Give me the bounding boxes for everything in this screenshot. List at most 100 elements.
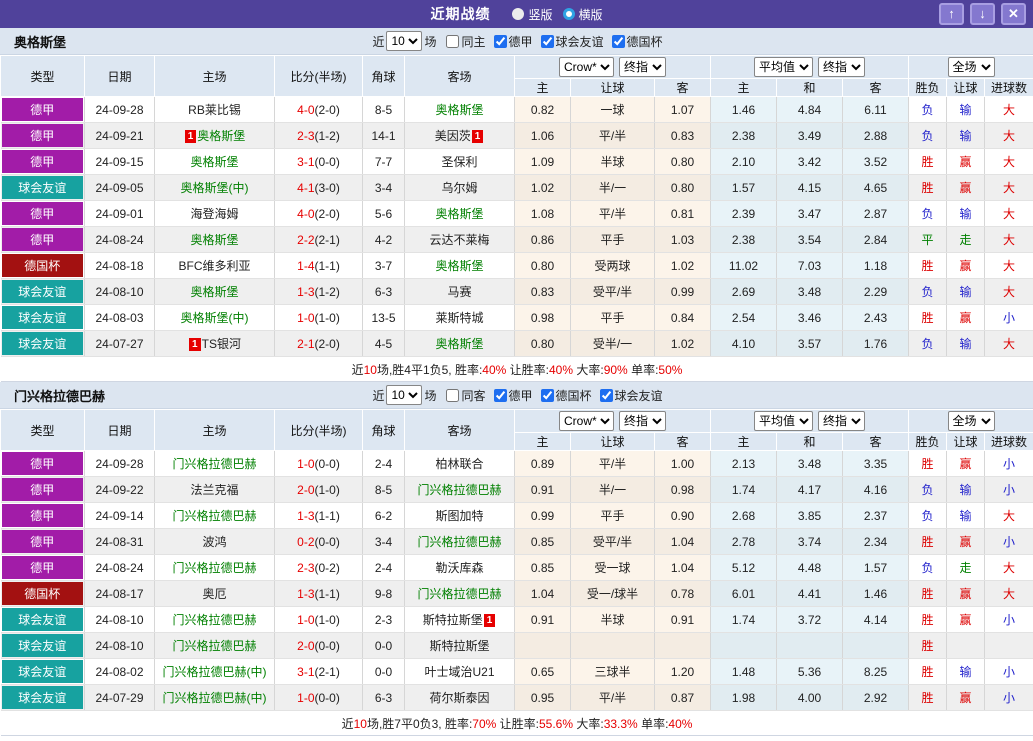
home-team: 奥格斯堡 xyxy=(155,149,275,175)
type-badge: 球会友谊 xyxy=(1,279,85,305)
recent-count-select[interactable]: 10 xyxy=(386,385,422,405)
col-corner: 角球 xyxy=(363,56,405,97)
team-section-2: 门兴格拉德巴赫 近 10 场 同客 德甲 德国杯 球会友谊 xyxy=(0,382,1033,736)
summary-stat-label: 近 xyxy=(352,363,364,377)
away-team: 奥格斯堡 xyxy=(405,201,515,227)
avg-away: 8.25 xyxy=(843,659,909,685)
away-team: 美因茨1 xyxy=(405,123,515,149)
avg-away: 3.52 xyxy=(843,149,909,175)
type-badge: 球会友谊 xyxy=(1,633,85,659)
league-checkbox-3[interactable] xyxy=(600,389,613,402)
avg-away: 2.29 xyxy=(843,279,909,305)
handicap-result: 输 xyxy=(947,331,985,357)
average-select[interactable]: 平均值 xyxy=(754,57,813,77)
col-date: 日期 xyxy=(85,56,155,97)
result: 胜 xyxy=(909,529,947,555)
odds-away: 1.07 xyxy=(655,97,711,123)
avg-home: 1.46 xyxy=(711,97,777,123)
same-venue-checkbox[interactable] xyxy=(446,389,459,402)
odds-home: 0.86 xyxy=(515,227,571,253)
scope-select[interactable]: 全场 xyxy=(948,411,995,431)
result: 负 xyxy=(909,503,947,529)
corners: 3-7 xyxy=(363,253,405,279)
league-label-3: 球会友谊 xyxy=(615,387,663,404)
handicap: 平/半 xyxy=(571,451,655,477)
odds-home: 1.02 xyxy=(515,175,571,201)
league-checkbox-1[interactable] xyxy=(494,35,507,48)
handicap: 受半/一 xyxy=(571,331,655,357)
away-team: 莱斯特城 xyxy=(405,305,515,331)
avg-draw: 5.36 xyxy=(777,659,843,685)
odds-away: 1.04 xyxy=(655,529,711,555)
away-team: 斯图加特 xyxy=(405,503,515,529)
view-mode-vertical-label: 竖版 xyxy=(528,6,552,23)
result: 负 xyxy=(909,97,947,123)
avg-away: 6.11 xyxy=(843,97,909,123)
red-card-badge: 1 xyxy=(185,130,197,143)
average-select[interactable]: 平均值 xyxy=(754,411,813,431)
window-buttons: ↑ ↓ ✕ xyxy=(939,3,1026,25)
handicap-result: 输 xyxy=(947,659,985,685)
avg-away: 1.76 xyxy=(843,331,909,357)
match-date: 24-09-28 xyxy=(85,451,155,477)
halftime-score: (1-0) xyxy=(315,483,340,497)
page-title: 近期战绩 xyxy=(430,4,490,24)
view-mode-radio-vertical[interactable]: 竖版 xyxy=(512,6,552,23)
col-goals: 进球数 xyxy=(985,79,1033,97)
scope-select[interactable]: 全场 xyxy=(948,57,995,77)
summary-stat-value: 55.6% xyxy=(539,717,573,731)
bookmaker-select[interactable]: Crow* xyxy=(559,57,614,77)
corners: 2-4 xyxy=(363,555,405,581)
close-button[interactable]: ✕ xyxy=(1001,3,1026,25)
competition-badge: 球会友谊 xyxy=(2,634,84,657)
corners: 8-5 xyxy=(363,97,405,123)
avg-home: 2.10 xyxy=(711,149,777,175)
type-badge: 德甲 xyxy=(1,503,85,529)
section-header: 奥格斯堡 近 10 场 同主 德甲 球会友谊 德国杯 xyxy=(0,28,1033,55)
league-label-2: 球会友谊 xyxy=(556,33,604,50)
avg-draw: 3.72 xyxy=(777,607,843,633)
fulltime-score: 4-1 xyxy=(297,181,314,195)
league-checkbox-2[interactable] xyxy=(541,389,554,402)
col-result: 胜负 xyxy=(909,79,947,97)
odds-away: 1.02 xyxy=(655,331,711,357)
avg-home: 2.69 xyxy=(711,279,777,305)
col-score: 比分(半场) xyxy=(275,56,363,97)
result: 负 xyxy=(909,279,947,305)
handicap-result: 赢 xyxy=(947,305,985,331)
avg-draw: 3.47 xyxy=(777,201,843,227)
bookmaker-period-select[interactable]: 终指 xyxy=(619,411,666,431)
odds-home: 0.99 xyxy=(515,503,571,529)
goals-result: 大 xyxy=(985,97,1033,123)
fulltime-score: 2-2 xyxy=(297,233,314,247)
move-up-button[interactable]: ↑ xyxy=(939,3,964,25)
recent-count-select[interactable]: 10 xyxy=(386,31,422,51)
result: 胜 xyxy=(909,451,947,477)
move-down-button[interactable]: ↓ xyxy=(970,3,995,25)
average-period-select[interactable]: 终指 xyxy=(818,57,865,77)
average-group-header: 平均值 终指 xyxy=(711,56,909,79)
view-mode-radio-horizontal[interactable]: 横版 xyxy=(563,6,603,23)
fulltime-score: 2-3 xyxy=(297,561,314,575)
goals-result: 小 xyxy=(985,305,1033,331)
handicap-result: 输 xyxy=(947,503,985,529)
fulltime-score: 1-3 xyxy=(297,285,314,299)
avg-home xyxy=(711,633,777,659)
team-name-text: 波鸿 xyxy=(202,535,226,549)
bookmaker-select[interactable]: Crow* xyxy=(559,411,614,431)
halftime-score: (2-0) xyxy=(315,207,340,221)
home-team: 门兴格拉德巴赫 xyxy=(155,607,275,633)
league-checkbox-2[interactable] xyxy=(541,35,554,48)
halftime-score: (1-2) xyxy=(315,129,340,143)
scope-group-header: 全场 xyxy=(909,410,1033,433)
fulltime-score: 3-1 xyxy=(297,665,314,679)
match-date: 24-09-15 xyxy=(85,149,155,175)
league-checkbox-3[interactable] xyxy=(612,35,625,48)
same-venue-checkbox[interactable] xyxy=(446,35,459,48)
corners: 6-2 xyxy=(363,503,405,529)
bookmaker-period-select[interactable]: 终指 xyxy=(619,57,666,77)
competition-badge: 球会友谊 xyxy=(2,608,84,631)
score: 2-1(2-0) xyxy=(275,331,363,357)
average-period-select[interactable]: 终指 xyxy=(818,411,865,431)
league-checkbox-1[interactable] xyxy=(494,389,507,402)
